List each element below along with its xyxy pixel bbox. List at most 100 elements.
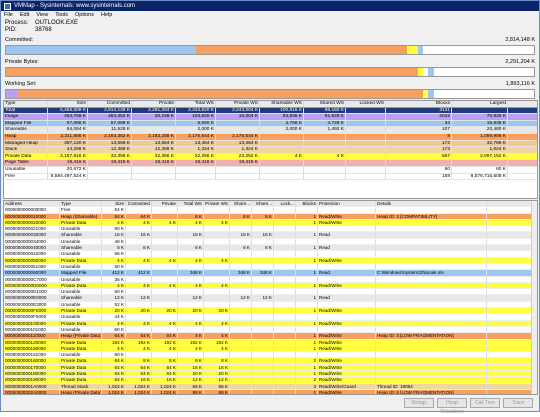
summary-cell <box>346 166 386 173</box>
details-cell: 0000000000180000 <box>4 371 60 377</box>
vmmap-app-icon <box>4 2 11 10</box>
summary-cell: 32,356 K <box>88 153 132 160</box>
details-cell: 192 K <box>152 339 178 345</box>
details-cell: Private Data <box>60 320 102 326</box>
details-cell: 64 K <box>126 213 152 219</box>
details-cell <box>230 326 252 333</box>
details-cell: Heap (Shareable) <box>60 213 102 219</box>
menu-tools[interactable]: Tools <box>55 12 68 18</box>
details-cell <box>376 352 487 358</box>
call-tree-button[interactable]: Call Tree <box>470 398 500 408</box>
summary-cell: 8,584,497,524 K <box>48 173 88 180</box>
details-cell <box>376 276 487 282</box>
private-bytes-label: Private Bytes: <box>5 59 39 65</box>
details-cell <box>230 251 252 257</box>
summary-row[interactable]: Managed Heap 397,120 K 13,568 K 13,564 K 13,… <box>4 140 537 148</box>
summary-cell: 20,672 K <box>48 166 88 173</box>
menu-help[interactable]: Help <box>101 12 112 18</box>
summary-column-header: Shared WS <box>304 101 346 107</box>
committed-value: 2,814,148 K <box>505 37 535 43</box>
details-cell <box>376 377 487 383</box>
summary-row[interactable]: Mapped File 57,088 K 57,088 K 6,060 K 4,768 … <box>4 120 537 128</box>
details-cell: 4 K <box>204 282 230 289</box>
summary-cell <box>346 107 386 114</box>
summary-cell: 19,416 K <box>132 160 176 166</box>
details-cell: 64 K <box>152 371 178 377</box>
details-cell: 4 K <box>126 345 152 352</box>
menu-view[interactable]: View <box>36 12 48 18</box>
trace-button[interactable]: Trace <box>503 398 533 408</box>
summary-column-header: Locked WS <box>346 101 386 107</box>
details-cell: 12 K <box>204 377 230 383</box>
details-cell <box>204 245 230 251</box>
details-cell: 1 <box>296 295 318 301</box>
details-column-header: Private WS <box>205 201 230 207</box>
summary-cell: 1,492 K <box>304 127 346 133</box>
details-cell: 64 K <box>102 213 126 219</box>
summary-table[interactable]: Type Size Committed Private Total WS Private … <box>3 100 538 199</box>
details-cell: 412 K <box>102 270 126 276</box>
details-cell <box>376 358 487 364</box>
summary-row[interactable]: Private Data 2,157,616 K 32,356 K 32,356 K2… <box>4 153 537 161</box>
details-cell: Unusable <box>60 289 102 295</box>
details-cell: 1,024 K <box>126 383 152 389</box>
summary-cell: Page Table <box>4 160 48 166</box>
details-cell: 4 K <box>102 282 126 289</box>
details-column-header: Share... <box>230 201 252 207</box>
details-cell <box>274 377 296 383</box>
summary-row[interactable]: Page Table 19,416 K 19,416 K 19,416 K 19,416… <box>4 160 537 167</box>
summary-row[interactable]: Total 5,456,509 K 2,814,148 K 2,291,204 K 2,… <box>4 107 537 115</box>
details-cell <box>204 352 230 358</box>
details-cell <box>318 207 376 213</box>
details-cell <box>318 301 376 308</box>
details-cell <box>152 245 178 251</box>
summary-cell: 6,060 K <box>176 120 216 127</box>
details-cell: 1 <box>296 232 318 238</box>
private-bytes-value: 2,291,204 K <box>505 59 535 65</box>
details-cell <box>204 226 230 232</box>
details-cell <box>252 358 274 364</box>
pid-value: 38768 <box>35 27 52 33</box>
details-cell: Thread ID: 19064 <box>376 383 487 389</box>
details-cell: 00000000000E3000 <box>4 301 60 308</box>
details-cell <box>296 276 318 282</box>
details-cell <box>318 238 376 245</box>
details-cell <box>318 276 376 282</box>
title-bar: VMMap - Sysinternals: www.sysinternals.c… <box>1 1 539 11</box>
details-cell: Heap ID: 2 [COMPATIBILITY] <box>376 213 487 219</box>
details-cell <box>252 333 274 339</box>
details-column-header: Lock... <box>274 201 296 207</box>
summary-cell: 60 <box>386 166 452 173</box>
summary-cell: 2,343,620 K <box>176 107 216 114</box>
details-cell <box>376 207 487 213</box>
details-cell: 8 K <box>102 245 126 251</box>
summary-cell <box>346 114 386 120</box>
details-cell <box>296 301 318 308</box>
summary-cell: 32,356 K <box>132 153 176 160</box>
summary-cell: 2,291,204 K <box>132 107 176 114</box>
summary-cell: 70,826 K <box>452 114 508 120</box>
summary-cell: Mapped File <box>4 120 48 127</box>
details-cell: Unusable <box>60 276 102 282</box>
details-cell: 348 K <box>230 270 252 276</box>
menu-file[interactable]: File <box>4 12 13 18</box>
menu-edit[interactable]: Edit <box>20 12 29 18</box>
details-cell <box>376 232 487 238</box>
summary-cell: 20,480 K <box>452 127 508 133</box>
summary-row[interactable]: Image 484,768 K 484,452 K 30,168 K 103,840 K… <box>4 114 537 121</box>
details-cell <box>178 238 204 245</box>
summary-row[interactable]: Unusable 20,672 K 60 60 K <box>4 166 537 174</box>
summary-row[interactable]: Heap 2,211,888 K 2,183,352 K 2,183,288 K 2,1… <box>4 133 537 141</box>
strings-button[interactable]: Strings <box>404 398 434 408</box>
details-cell: Unusable <box>60 301 102 308</box>
details-cell <box>274 364 296 371</box>
heap-allocations-button[interactable]: Heap Allocations <box>437 398 467 415</box>
details-table[interactable]: Address Type Size Committed Private Total WS P… <box>3 200 538 395</box>
summary-row[interactable]: Shareable 64,064 K 11,528 K 2,000 K 2,000 K1… <box>4 127 537 134</box>
details-cell <box>230 207 252 213</box>
details-scrollbar[interactable] <box>531 201 537 394</box>
summary-row[interactable]: Stack 44,288 K 12,388 K 12,388 K 1,324 K 1,32… <box>4 147 537 154</box>
details-cell <box>252 289 274 295</box>
summary-row[interactable]: Free 8,584,497,524 K 158 8,576,716,608 K <box>4 173 537 181</box>
menu-options[interactable]: Options <box>75 12 94 18</box>
